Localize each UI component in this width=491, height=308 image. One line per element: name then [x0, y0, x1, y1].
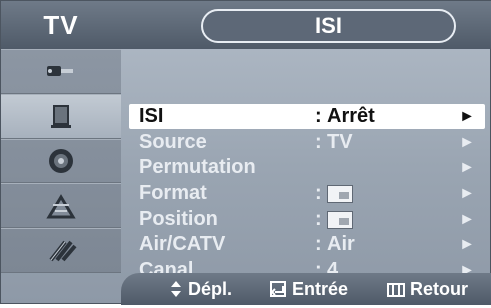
hint-move-label: Dépl.	[188, 279, 233, 299]
tv-label: TV	[43, 10, 79, 40]
chevron-right-icon: ►	[459, 211, 475, 228]
menu-item-value: Air	[327, 233, 355, 255]
sidebar-item-setup[interactable]	[1, 228, 121, 273]
picture-icon	[51, 105, 71, 129]
hint-return: Retour	[387, 273, 468, 308]
footer-hints: Dépl. Entrée Retour	[121, 273, 491, 305]
menu-item-isi[interactable]: ISI : Arrêt ►	[129, 104, 485, 129]
menu-item-colon: :	[315, 131, 322, 153]
osd-panel: TV ISI ISI: Arrêt ► Source: TV ► Permu…	[0, 0, 491, 305]
sidebar-item-channel[interactable]	[1, 183, 121, 229]
menu-item-label: Source	[139, 131, 207, 153]
sidebar-item-picture[interactable]	[1, 93, 121, 139]
menu-item-colon: :	[315, 208, 322, 230]
chevron-right-icon: ►	[459, 159, 475, 176]
sidebar-item-sound[interactable]	[1, 138, 121, 184]
chevron-right-icon: ►	[459, 108, 475, 125]
hint-return-label: Retour	[410, 279, 468, 299]
format-preview-box	[327, 185, 353, 203]
menu-item-label: ISI	[139, 105, 164, 127]
osd-header: TV ISI	[1, 1, 491, 49]
hint-enter: Entrée	[269, 273, 348, 308]
menu-item-position[interactable]: Position : ►	[129, 207, 485, 232]
menu-item-label: Format	[139, 182, 207, 204]
menu-icon	[387, 276, 405, 308]
hint-move: Dépl.	[169, 273, 232, 308]
menu-list: ISI : Arrêt ► Source : TV ► Permutation …	[121, 49, 491, 281]
menu-item-format[interactable]: Format : ►	[129, 181, 485, 206]
up-down-arrow-icon	[169, 276, 183, 308]
menu-item-colon: :	[315, 182, 322, 204]
sidebar-item-input[interactable]	[1, 49, 121, 94]
setup-icon	[49, 240, 77, 261]
hint-enter-label: Entrée	[292, 279, 349, 299]
menu-item-label: Permutation	[139, 156, 256, 178]
menu-item-colon: :	[315, 105, 322, 127]
channel-antenna-icon	[46, 193, 76, 219]
menu-item-permutation[interactable]: Permutation ►	[129, 155, 485, 180]
menu-item-value: TV	[327, 131, 353, 153]
menu-item-source[interactable]: Source : TV ►	[129, 130, 485, 155]
chevron-right-icon: ►	[459, 236, 475, 253]
sound-icon	[49, 148, 73, 173]
menu-item-colon: :	[315, 233, 322, 255]
input-connector-icon	[47, 66, 73, 77]
menu-item-air-catv[interactable]: Air/CATV : Air ►	[129, 232, 485, 257]
menu-item-label: Position	[139, 208, 218, 230]
chevron-right-icon: ►	[459, 185, 475, 202]
menu-item-label: Air/CATV	[139, 233, 226, 255]
enter-icon	[269, 276, 287, 308]
position-preview-box	[327, 211, 353, 229]
menu-item-value: Arrêt	[327, 105, 375, 127]
chevron-right-icon: ►	[459, 134, 475, 151]
sidebar	[1, 49, 121, 273]
page-title: ISI	[201, 9, 456, 43]
